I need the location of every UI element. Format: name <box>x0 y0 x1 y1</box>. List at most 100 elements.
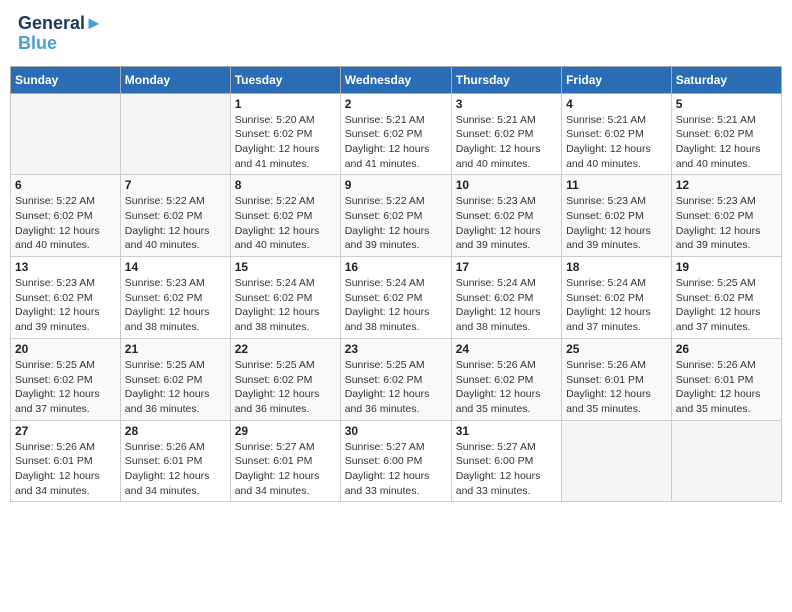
day-info: Sunrise: 5:27 AMSunset: 6:00 PMDaylight:… <box>345 440 447 499</box>
calendar-cell <box>11 93 121 175</box>
page-header: General► Blue <box>10 10 782 58</box>
calendar-cell: 31 Sunrise: 5:27 AMSunset: 6:00 PMDaylig… <box>451 420 561 502</box>
day-info: Sunrise: 5:21 AMSunset: 6:02 PMDaylight:… <box>456 113 557 172</box>
day-info: Sunrise: 5:27 AMSunset: 6:00 PMDaylight:… <box>456 440 557 499</box>
day-number: 12 <box>676 178 777 192</box>
day-number: 1 <box>235 97 336 111</box>
calendar-cell: 10 Sunrise: 5:23 AMSunset: 6:02 PMDaylig… <box>451 175 561 257</box>
day-info: Sunrise: 5:25 AMSunset: 6:02 PMDaylight:… <box>345 358 447 417</box>
calendar-cell: 11 Sunrise: 5:23 AMSunset: 6:02 PMDaylig… <box>562 175 672 257</box>
calendar-cell: 25 Sunrise: 5:26 AMSunset: 6:01 PMDaylig… <box>562 338 672 420</box>
day-info: Sunrise: 5:20 AMSunset: 6:02 PMDaylight:… <box>235 113 336 172</box>
calendar-cell: 26 Sunrise: 5:26 AMSunset: 6:01 PMDaylig… <box>671 338 781 420</box>
weekday-header-wednesday: Wednesday <box>340 66 451 93</box>
calendar-cell: 2 Sunrise: 5:21 AMSunset: 6:02 PMDayligh… <box>340 93 451 175</box>
day-number: 5 <box>676 97 777 111</box>
logo: General► Blue <box>18 14 103 54</box>
calendar-cell <box>671 420 781 502</box>
day-info: Sunrise: 5:23 AMSunset: 6:02 PMDaylight:… <box>456 194 557 253</box>
calendar-cell: 19 Sunrise: 5:25 AMSunset: 6:02 PMDaylig… <box>671 257 781 339</box>
calendar-cell: 1 Sunrise: 5:20 AMSunset: 6:02 PMDayligh… <box>230 93 340 175</box>
day-number: 16 <box>345 260 447 274</box>
day-info: Sunrise: 5:22 AMSunset: 6:02 PMDaylight:… <box>125 194 226 253</box>
day-info: Sunrise: 5:24 AMSunset: 6:02 PMDaylight:… <box>456 276 557 335</box>
day-number: 29 <box>235 424 336 438</box>
weekday-header-monday: Monday <box>120 66 230 93</box>
logo-blue: Blue <box>18 34 103 54</box>
day-number: 26 <box>676 342 777 356</box>
calendar-table: SundayMondayTuesdayWednesdayThursdayFrid… <box>10 66 782 503</box>
calendar-cell: 15 Sunrise: 5:24 AMSunset: 6:02 PMDaylig… <box>230 257 340 339</box>
calendar-cell: 16 Sunrise: 5:24 AMSunset: 6:02 PMDaylig… <box>340 257 451 339</box>
calendar-cell: 30 Sunrise: 5:27 AMSunset: 6:00 PMDaylig… <box>340 420 451 502</box>
day-number: 22 <box>235 342 336 356</box>
day-number: 31 <box>456 424 557 438</box>
calendar-cell: 7 Sunrise: 5:22 AMSunset: 6:02 PMDayligh… <box>120 175 230 257</box>
weekday-header-saturday: Saturday <box>671 66 781 93</box>
day-info: Sunrise: 5:26 AMSunset: 6:01 PMDaylight:… <box>15 440 116 499</box>
day-number: 27 <box>15 424 116 438</box>
day-info: Sunrise: 5:25 AMSunset: 6:02 PMDaylight:… <box>676 276 777 335</box>
day-number: 11 <box>566 178 667 192</box>
day-number: 25 <box>566 342 667 356</box>
day-info: Sunrise: 5:23 AMSunset: 6:02 PMDaylight:… <box>15 276 116 335</box>
calendar-cell: 8 Sunrise: 5:22 AMSunset: 6:02 PMDayligh… <box>230 175 340 257</box>
calendar-cell: 27 Sunrise: 5:26 AMSunset: 6:01 PMDaylig… <box>11 420 121 502</box>
day-number: 8 <box>235 178 336 192</box>
day-number: 14 <box>125 260 226 274</box>
calendar-cell: 6 Sunrise: 5:22 AMSunset: 6:02 PMDayligh… <box>11 175 121 257</box>
day-number: 13 <box>15 260 116 274</box>
day-info: Sunrise: 5:26 AMSunset: 6:01 PMDaylight:… <box>566 358 667 417</box>
calendar-cell: 13 Sunrise: 5:23 AMSunset: 6:02 PMDaylig… <box>11 257 121 339</box>
day-number: 4 <box>566 97 667 111</box>
day-info: Sunrise: 5:25 AMSunset: 6:02 PMDaylight:… <box>235 358 336 417</box>
day-number: 21 <box>125 342 226 356</box>
calendar-cell: 3 Sunrise: 5:21 AMSunset: 6:02 PMDayligh… <box>451 93 561 175</box>
logo-text: General► <box>18 14 103 34</box>
calendar-cell: 18 Sunrise: 5:24 AMSunset: 6:02 PMDaylig… <box>562 257 672 339</box>
day-info: Sunrise: 5:24 AMSunset: 6:02 PMDaylight:… <box>235 276 336 335</box>
day-info: Sunrise: 5:24 AMSunset: 6:02 PMDaylight:… <box>566 276 667 335</box>
calendar-cell: 5 Sunrise: 5:21 AMSunset: 6:02 PMDayligh… <box>671 93 781 175</box>
day-number: 7 <box>125 178 226 192</box>
day-number: 23 <box>345 342 447 356</box>
day-info: Sunrise: 5:21 AMSunset: 6:02 PMDaylight:… <box>676 113 777 172</box>
calendar-cell <box>562 420 672 502</box>
day-info: Sunrise: 5:22 AMSunset: 6:02 PMDaylight:… <box>15 194 116 253</box>
calendar-cell: 4 Sunrise: 5:21 AMSunset: 6:02 PMDayligh… <box>562 93 672 175</box>
day-number: 19 <box>676 260 777 274</box>
weekday-header-sunday: Sunday <box>11 66 121 93</box>
day-number: 15 <box>235 260 336 274</box>
weekday-header-friday: Friday <box>562 66 672 93</box>
day-number: 3 <box>456 97 557 111</box>
calendar-cell: 9 Sunrise: 5:22 AMSunset: 6:02 PMDayligh… <box>340 175 451 257</box>
calendar-cell: 17 Sunrise: 5:24 AMSunset: 6:02 PMDaylig… <box>451 257 561 339</box>
day-info: Sunrise: 5:23 AMSunset: 6:02 PMDaylight:… <box>566 194 667 253</box>
calendar-cell: 14 Sunrise: 5:23 AMSunset: 6:02 PMDaylig… <box>120 257 230 339</box>
calendar-cell: 24 Sunrise: 5:26 AMSunset: 6:02 PMDaylig… <box>451 338 561 420</box>
day-info: Sunrise: 5:26 AMSunset: 6:01 PMDaylight:… <box>676 358 777 417</box>
calendar-cell: 22 Sunrise: 5:25 AMSunset: 6:02 PMDaylig… <box>230 338 340 420</box>
day-info: Sunrise: 5:21 AMSunset: 6:02 PMDaylight:… <box>345 113 447 172</box>
day-number: 20 <box>15 342 116 356</box>
day-number: 28 <box>125 424 226 438</box>
calendar-cell: 23 Sunrise: 5:25 AMSunset: 6:02 PMDaylig… <box>340 338 451 420</box>
day-info: Sunrise: 5:24 AMSunset: 6:02 PMDaylight:… <box>345 276 447 335</box>
day-info: Sunrise: 5:22 AMSunset: 6:02 PMDaylight:… <box>345 194 447 253</box>
calendar-cell: 20 Sunrise: 5:25 AMSunset: 6:02 PMDaylig… <box>11 338 121 420</box>
day-info: Sunrise: 5:27 AMSunset: 6:01 PMDaylight:… <box>235 440 336 499</box>
day-number: 30 <box>345 424 447 438</box>
calendar-cell: 28 Sunrise: 5:26 AMSunset: 6:01 PMDaylig… <box>120 420 230 502</box>
calendar-cell: 12 Sunrise: 5:23 AMSunset: 6:02 PMDaylig… <box>671 175 781 257</box>
day-number: 18 <box>566 260 667 274</box>
day-info: Sunrise: 5:23 AMSunset: 6:02 PMDaylight:… <box>676 194 777 253</box>
day-number: 2 <box>345 97 447 111</box>
day-number: 6 <box>15 178 116 192</box>
day-number: 17 <box>456 260 557 274</box>
calendar-cell: 29 Sunrise: 5:27 AMSunset: 6:01 PMDaylig… <box>230 420 340 502</box>
weekday-header-thursday: Thursday <box>451 66 561 93</box>
day-info: Sunrise: 5:22 AMSunset: 6:02 PMDaylight:… <box>235 194 336 253</box>
calendar-cell <box>120 93 230 175</box>
day-info: Sunrise: 5:25 AMSunset: 6:02 PMDaylight:… <box>15 358 116 417</box>
calendar-cell: 21 Sunrise: 5:25 AMSunset: 6:02 PMDaylig… <box>120 338 230 420</box>
